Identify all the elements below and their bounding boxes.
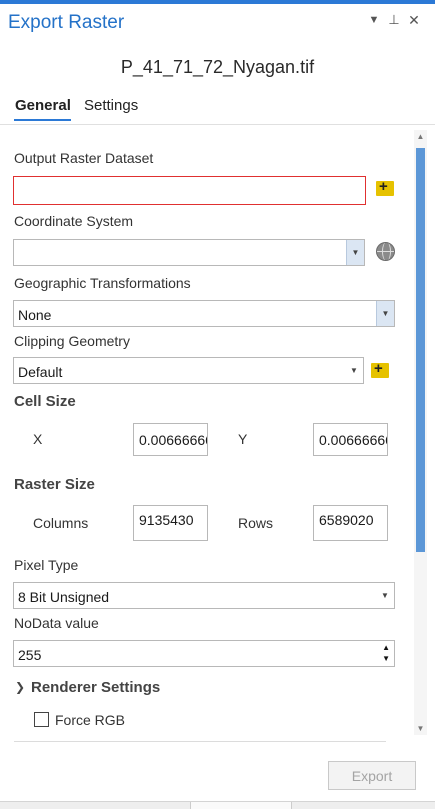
active-tab-indicator <box>14 119 71 121</box>
cell-y-label: Y <box>238 431 248 447</box>
pixel-type-value: 8 Bit Unsigned <box>18 589 110 605</box>
footer-divider <box>14 741 386 742</box>
title-bar: Export Raster ▼ ⊥ ✕ <box>0 4 435 40</box>
raster-size-heading: Raster Size <box>14 476 95 493</box>
tab-settings[interactable]: Settings <box>84 97 138 114</box>
pin-icon[interactable]: ⊥ <box>387 12 401 28</box>
cell-y-input[interactable]: 0.006666666 <box>313 423 388 456</box>
geo-transform-label: Geographic Transformations <box>14 275 191 291</box>
cell-x-label: X <box>33 431 43 447</box>
chevron-down-icon[interactable]: ▼ <box>345 358 363 383</box>
window-title: Export Raster <box>8 12 125 33</box>
cell-x-input[interactable]: 0.006666666 <box>133 423 208 456</box>
cell-size-heading: Cell Size <box>14 393 76 410</box>
coordinate-system-label: Coordinate System <box>14 213 134 229</box>
force-rgb-checkbox[interactable] <box>34 712 49 727</box>
geo-transform-select[interactable]: None ▼ <box>13 300 395 327</box>
globe-icon[interactable] <box>376 242 395 261</box>
chevron-down-icon[interactable]: ❯ <box>15 680 25 694</box>
pane-menu-icon[interactable]: ▼ <box>367 14 381 26</box>
clipping-geometry-value: Default <box>18 364 63 380</box>
export-button[interactable]: Export <box>328 761 416 790</box>
chevron-down-icon[interactable]: ▼ <box>346 240 364 265</box>
chevron-down-icon[interactable]: ▼ <box>376 583 394 608</box>
nodata-input[interactable]: 255 ▲ ▼ <box>13 640 395 667</box>
coordinate-system-select[interactable]: ▼ <box>13 239 365 266</box>
renderer-settings-heading[interactable]: Renderer Settings <box>31 679 160 696</box>
nodata-label: NoData value <box>14 615 99 631</box>
geo-transform-value: None <box>18 307 52 323</box>
pixel-type-select[interactable]: 8 Bit Unsigned ▼ <box>13 582 395 609</box>
rows-label: Rows <box>238 515 274 531</box>
vertical-scrollbar[interactable]: ▲ ▼ <box>414 130 427 735</box>
bottom-tab-strip <box>0 801 435 809</box>
spinner-icon[interactable]: ▲ ▼ <box>382 642 390 664</box>
nodata-value: 255 <box>18 647 42 663</box>
pixel-type-label: Pixel Type <box>14 557 79 573</box>
columns-input[interactable]: 9135430 <box>133 505 208 541</box>
bottom-tab[interactable] <box>190 802 292 809</box>
force-rgb-label: Force RGB <box>55 712 126 728</box>
close-icon[interactable]: ✕ <box>407 12 421 29</box>
tab-divider <box>0 124 435 125</box>
output-raster-label: Output Raster Dataset <box>14 150 154 166</box>
clipping-geometry-select[interactable]: Default ▼ <box>13 357 364 384</box>
output-raster-input[interactable] <box>13 176 366 205</box>
tab-general[interactable]: General <box>15 97 71 114</box>
scrollbar-thumb[interactable] <box>416 148 425 552</box>
scroll-up-icon[interactable]: ▲ <box>414 132 427 141</box>
raster-filename: P_41_71_72_Nyagan.tif <box>120 57 315 77</box>
columns-label: Columns <box>33 515 89 531</box>
browse-output-icon[interactable]: + <box>376 178 394 196</box>
clipping-add-icon[interactable]: + <box>371 360 389 378</box>
chevron-down-icon[interactable]: ▼ <box>376 301 394 326</box>
clipping-geometry-label: Clipping Geometry <box>14 333 130 349</box>
scroll-down-icon[interactable]: ▼ <box>414 724 427 733</box>
rows-input[interactable]: 6589020 <box>313 505 388 541</box>
